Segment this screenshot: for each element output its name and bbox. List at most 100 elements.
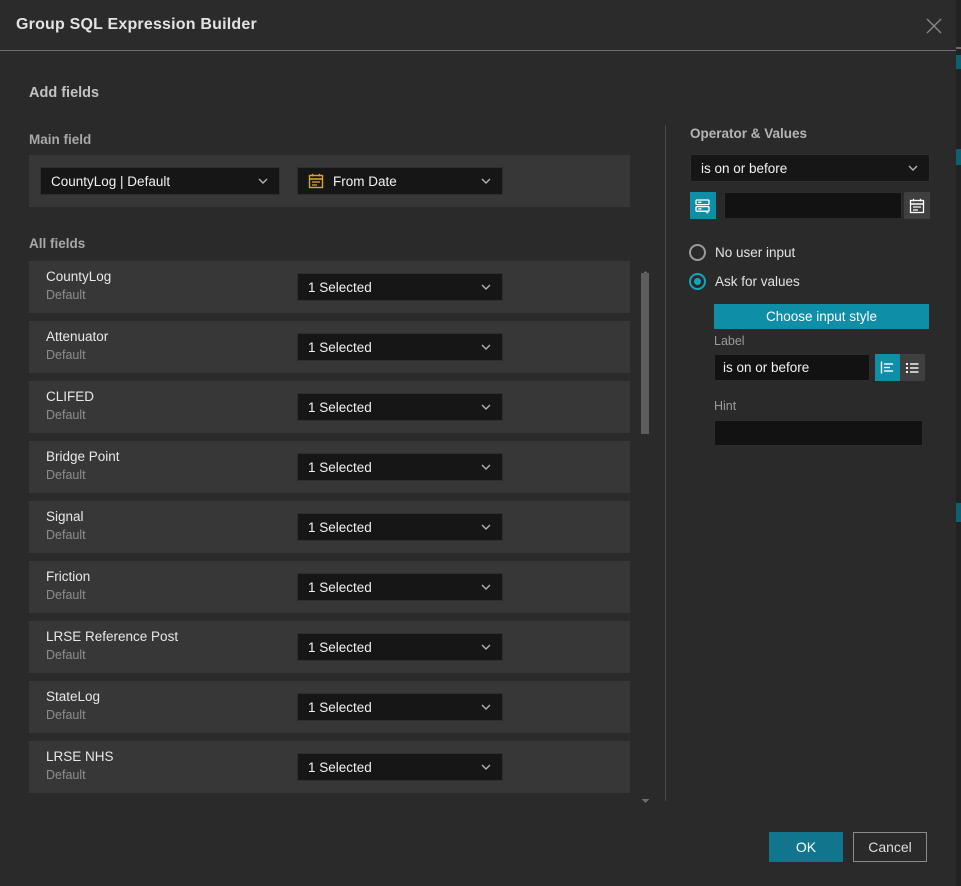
field-sublabel: Default: [46, 588, 86, 602]
field-name: LRSE Reference Post: [46, 629, 178, 644]
sliver-divider: [956, 47, 961, 49]
list-scrollbar-thumb[interactable]: [641, 273, 649, 434]
chevron-down-icon: [480, 278, 492, 296]
layer-select-value: CountyLog | Default: [51, 174, 170, 189]
field-values-select-value: 1 Selected: [308, 460, 372, 475]
field-values-select[interactable]: 1 Selected: [297, 573, 503, 601]
radio-label: No user input: [715, 245, 795, 260]
chevron-down-icon: [480, 638, 492, 656]
field-sublabel: Default: [46, 768, 86, 782]
align-left-icon[interactable]: [875, 354, 900, 381]
field-row: Bridge Point Default 1 Selected: [29, 441, 630, 493]
field-sublabel: Default: [46, 348, 86, 362]
calendar-date-icon: [308, 173, 324, 189]
field-values-select-value: 1 Selected: [308, 340, 372, 355]
field-sublabel: Default: [46, 288, 86, 302]
field-values-select[interactable]: 1 Selected: [297, 753, 503, 781]
scroll-up-icon[interactable]: [641, 263, 650, 269]
label-field-label: Label: [714, 334, 745, 348]
calendar-icon[interactable]: [904, 192, 930, 219]
chevron-down-icon: [480, 698, 492, 716]
operator-values-heading: Operator & Values: [690, 126, 807, 141]
chevron-down-icon: [257, 172, 269, 190]
main-field-panel: CountyLog | Default From Date: [29, 155, 630, 207]
field-values-select[interactable]: 1 Selected: [297, 273, 503, 301]
radio-circle[interactable]: [689, 244, 706, 261]
field-values-select-value: 1 Selected: [308, 400, 372, 415]
chevron-down-icon: [480, 578, 492, 596]
field-values-select-value: 1 Selected: [308, 640, 372, 655]
field-row: CLIFED Default 1 Selected: [29, 381, 630, 433]
field-row: StateLog Default 1 Selected: [29, 681, 630, 733]
field-values-select-value: 1 Selected: [308, 520, 372, 535]
cancel-button[interactable]: Cancel: [853, 832, 927, 862]
field-values-select-value: 1 Selected: [308, 580, 372, 595]
chevron-down-icon: [480, 338, 492, 356]
close-icon[interactable]: [924, 16, 944, 36]
field-select-value: From Date: [333, 174, 397, 189]
field-name: Signal: [46, 509, 84, 524]
field-row: Attenuator Default 1 Selected: [29, 321, 630, 373]
value-list-select-icon[interactable]: [690, 192, 716, 219]
field-values-select[interactable]: 1 Selected: [297, 393, 503, 421]
radio-no-user-input[interactable]: No user input: [689, 244, 795, 261]
field-row: Friction Default 1 Selected: [29, 561, 630, 613]
scroll-down-icon[interactable]: [641, 791, 650, 797]
field-sublabel: Default: [46, 708, 86, 722]
operator-select[interactable]: is on or before: [690, 154, 930, 182]
field-name: LRSE NHS: [46, 749, 114, 764]
sliver-accent: [956, 55, 961, 69]
choose-input-style-button[interactable]: Choose input style: [714, 304, 929, 329]
chevron-down-icon: [480, 758, 492, 776]
field-values-select[interactable]: 1 Selected: [297, 453, 503, 481]
panel-divider: [665, 125, 666, 801]
operator-select-value: is on or before: [701, 161, 787, 176]
field-row: CountyLog Default 1 Selected: [29, 261, 630, 313]
label-input[interactable]: [714, 354, 870, 381]
chevron-down-icon: [480, 458, 492, 476]
ok-button[interactable]: OK: [769, 832, 843, 862]
field-name: Bridge Point: [46, 449, 120, 464]
field-name: CountyLog: [46, 269, 111, 284]
main-field-heading: Main field: [29, 132, 91, 147]
chevron-down-icon: [480, 518, 492, 536]
value-input[interactable]: [724, 192, 902, 219]
field-name: Attenuator: [46, 329, 108, 344]
dialog-titlebar: Group SQL Expression Builder: [0, 0, 956, 51]
field-values-select-value: 1 Selected: [308, 280, 372, 295]
field-name: StateLog: [46, 689, 100, 704]
main-field-layer-select[interactable]: CountyLog | Default: [40, 167, 280, 195]
sliver-accent: [956, 503, 961, 522]
radio-circle-selected[interactable]: [689, 273, 706, 290]
field-values-select[interactable]: 1 Selected: [297, 513, 503, 541]
main-field-field-select[interactable]: From Date: [297, 167, 503, 195]
hint-input[interactable]: [714, 420, 923, 446]
field-name: Friction: [46, 569, 90, 584]
field-row: LRSE Reference Post Default 1 Selected: [29, 621, 630, 673]
field-values-select-value: 1 Selected: [308, 700, 372, 715]
field-name: CLIFED: [46, 389, 94, 404]
sliver-accent: [956, 149, 961, 165]
field-values-select[interactable]: 1 Selected: [297, 633, 503, 661]
group-sql-expression-builder-dialog: Group SQL Expression Builder Add fields …: [0, 0, 961, 886]
field-sublabel: Default: [46, 408, 86, 422]
radio-ask-for-values[interactable]: Ask for values: [689, 273, 800, 290]
field-sublabel: Default: [46, 468, 86, 482]
radio-label: Ask for values: [715, 274, 800, 289]
field-values-select-value: 1 Selected: [308, 760, 372, 775]
field-row: LRSE NHS Default 1 Selected: [29, 741, 630, 793]
bulleted-list-icon[interactable]: [900, 354, 925, 381]
add-fields-heading: Add fields: [29, 85, 99, 101]
hint-field-label: Hint: [714, 399, 736, 413]
background-app-sliver: [956, 0, 961, 886]
dialog-title: Group SQL Expression Builder: [16, 16, 257, 34]
field-row: Signal Default 1 Selected: [29, 501, 630, 553]
field-sublabel: Default: [46, 648, 86, 662]
field-values-select[interactable]: 1 Selected: [297, 333, 503, 361]
field-sublabel: Default: [46, 528, 86, 542]
chevron-down-icon: [480, 172, 492, 190]
all-fields-heading: All fields: [29, 236, 85, 251]
all-fields-list: CountyLog Default 1 Selected Attenuator …: [29, 261, 630, 801]
field-values-select[interactable]: 1 Selected: [297, 693, 503, 721]
chevron-down-icon: [907, 159, 919, 177]
